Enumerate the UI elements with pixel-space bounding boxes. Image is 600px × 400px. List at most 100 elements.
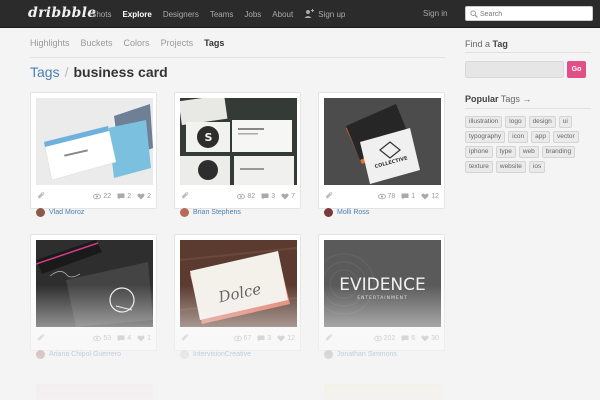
shot-author[interactable]: Brian Stephens [180,208,241,217]
nav-designers[interactable]: Designers [163,9,199,19]
popular-tags-title[interactable]: Popular Tags → [465,94,531,104]
likes-stat[interactable]: 30 [421,335,439,342]
author-name: Jonathan Simmons [337,351,397,358]
shot-thumbnail[interactable] [36,240,153,327]
likes-count: 2 [147,192,151,200]
subnav-projects[interactable]: Projects [161,38,194,48]
shot-stats: 78 1 12 [324,189,439,203]
comments-count: 1 [411,192,416,200]
comment-icon [117,335,125,341]
shot-author[interactable]: Molli Ross [324,208,369,217]
subnav-buckets[interactable]: Buckets [81,38,113,48]
shot-author[interactable]: Ariana Chipol Guerrero [36,350,121,359]
comment-icon [117,193,125,199]
avatar [36,208,45,217]
likes-stat[interactable]: 1 [137,335,151,342]
shot-thumbnail[interactable]: EVIDENCE ENTERTAINMENT [324,240,441,327]
tag-app[interactable]: app [531,131,550,143]
shot-thumbnail[interactable]: Dolce [180,240,297,327]
views-count: 67 [243,334,252,342]
tag-iphone[interactable]: iphone [465,146,493,158]
tag-web[interactable]: web [518,146,539,158]
signup-label: Sign up [318,9,346,19]
eye-icon [377,193,386,199]
popular-rest: Tags → [500,94,532,104]
likes-stat[interactable]: 2 [137,193,151,200]
comments-count: 4 [127,334,132,342]
tag-illustration[interactable]: illustration [465,116,503,128]
tag-typography[interactable]: typography [465,131,506,143]
comment-icon [261,193,269,199]
add-user-icon [304,9,315,19]
nav-signup[interactable]: Sign up [304,9,345,19]
comments-stat[interactable]: 3 [257,335,271,342]
shot-thumbnail[interactable]: S [180,98,297,185]
tag-ui[interactable]: ui [558,116,572,128]
views-count: 22 [103,192,112,200]
nav-teams[interactable]: Teams [210,9,234,19]
tag-ios[interactable]: ios [528,161,546,173]
shot-card[interactable]: EVIDENCE ENTERTAINMENT 202 6 30 [318,234,445,351]
tag-cloud: illustration logo design ui typography i… [465,116,590,173]
author-name: Vlad Moroz [49,209,85,216]
shot-thumbnail[interactable]: COLLECTIVE [324,98,441,185]
shot-card[interactable]: COLLECTIVE 78 1 12 [318,92,445,209]
shot-author[interactable]: Vlad Moroz [36,208,84,217]
breadcrumb-separator: / [64,64,69,80]
attachment-icon[interactable] [36,333,45,342]
likes-stat[interactable]: 12 [277,335,295,342]
tag-icon[interactable]: icon [508,131,529,143]
divider [30,57,445,58]
breadcrumb-tags[interactable]: Tags [30,64,60,80]
shot-card[interactable]: 53 4 1 [30,234,157,351]
sign-in-link[interactable]: Sign in [423,9,447,18]
comments-stat[interactable]: 2 [117,193,131,200]
shot-author[interactable]: IntervisionCreative [180,350,251,359]
shot-card[interactable]: 22 2 2 [30,92,157,209]
tag-logo[interactable]: logo [505,116,526,128]
likes-stat[interactable]: 7 [281,193,295,200]
heart-icon [277,335,285,341]
avatar [180,208,189,217]
subnav-tags[interactable]: Tags [204,38,224,48]
comments-stat[interactable]: 4 [117,335,131,342]
tag-type[interactable]: type [495,146,516,158]
find-tag-prefix: Find a [465,39,491,49]
views-stat: 78 [377,193,395,200]
go-button[interactable]: Go [567,61,586,78]
tag-search-input[interactable] [465,61,564,78]
nav-jobs[interactable]: Jobs [244,9,261,19]
likes-count: 30 [431,334,439,342]
shot-card[interactable]: S 82 3 7 [174,92,301,209]
comments-stat[interactable]: 1 [401,193,415,200]
shot-card[interactable]: Dolce 67 3 12 [174,234,301,351]
attachment-icon[interactable] [324,191,333,200]
likes-stat[interactable]: 12 [421,193,439,200]
search-input[interactable] [480,8,590,20]
eye-icon [233,335,242,341]
dribbble-logo[interactable]: dribbble [28,5,96,21]
nav-shots[interactable]: Shots [91,9,111,19]
tag-texture[interactable]: texture [465,161,493,173]
tag-website[interactable]: website [495,161,526,173]
attachment-icon[interactable] [36,191,45,200]
comment-icon [401,335,409,341]
tag-vector[interactable]: vector [552,131,579,143]
heart-icon [137,193,145,199]
find-tag-bold: Tag [492,39,508,49]
comments-stat[interactable]: 6 [401,335,415,342]
attachment-icon[interactable] [180,333,189,342]
nav-explore[interactable]: Explore [122,9,151,19]
subnav-colors[interactable]: Colors [124,38,150,48]
tag-branding[interactable]: branding [541,146,576,158]
shot-author[interactable]: Jonathan Simmons [324,350,397,359]
attachment-icon[interactable] [180,191,189,200]
shot-thumbnail[interactable] [36,98,153,185]
nav-about[interactable]: About [272,9,293,19]
tag-design[interactable]: design [528,116,556,128]
attachment-icon[interactable] [324,333,333,342]
comments-stat[interactable]: 3 [261,193,275,200]
subnav-highlights[interactable]: Highlights [30,38,70,48]
shot-stats: 22 2 2 [36,189,151,203]
shot-stats: 82 3 7 [180,189,295,203]
